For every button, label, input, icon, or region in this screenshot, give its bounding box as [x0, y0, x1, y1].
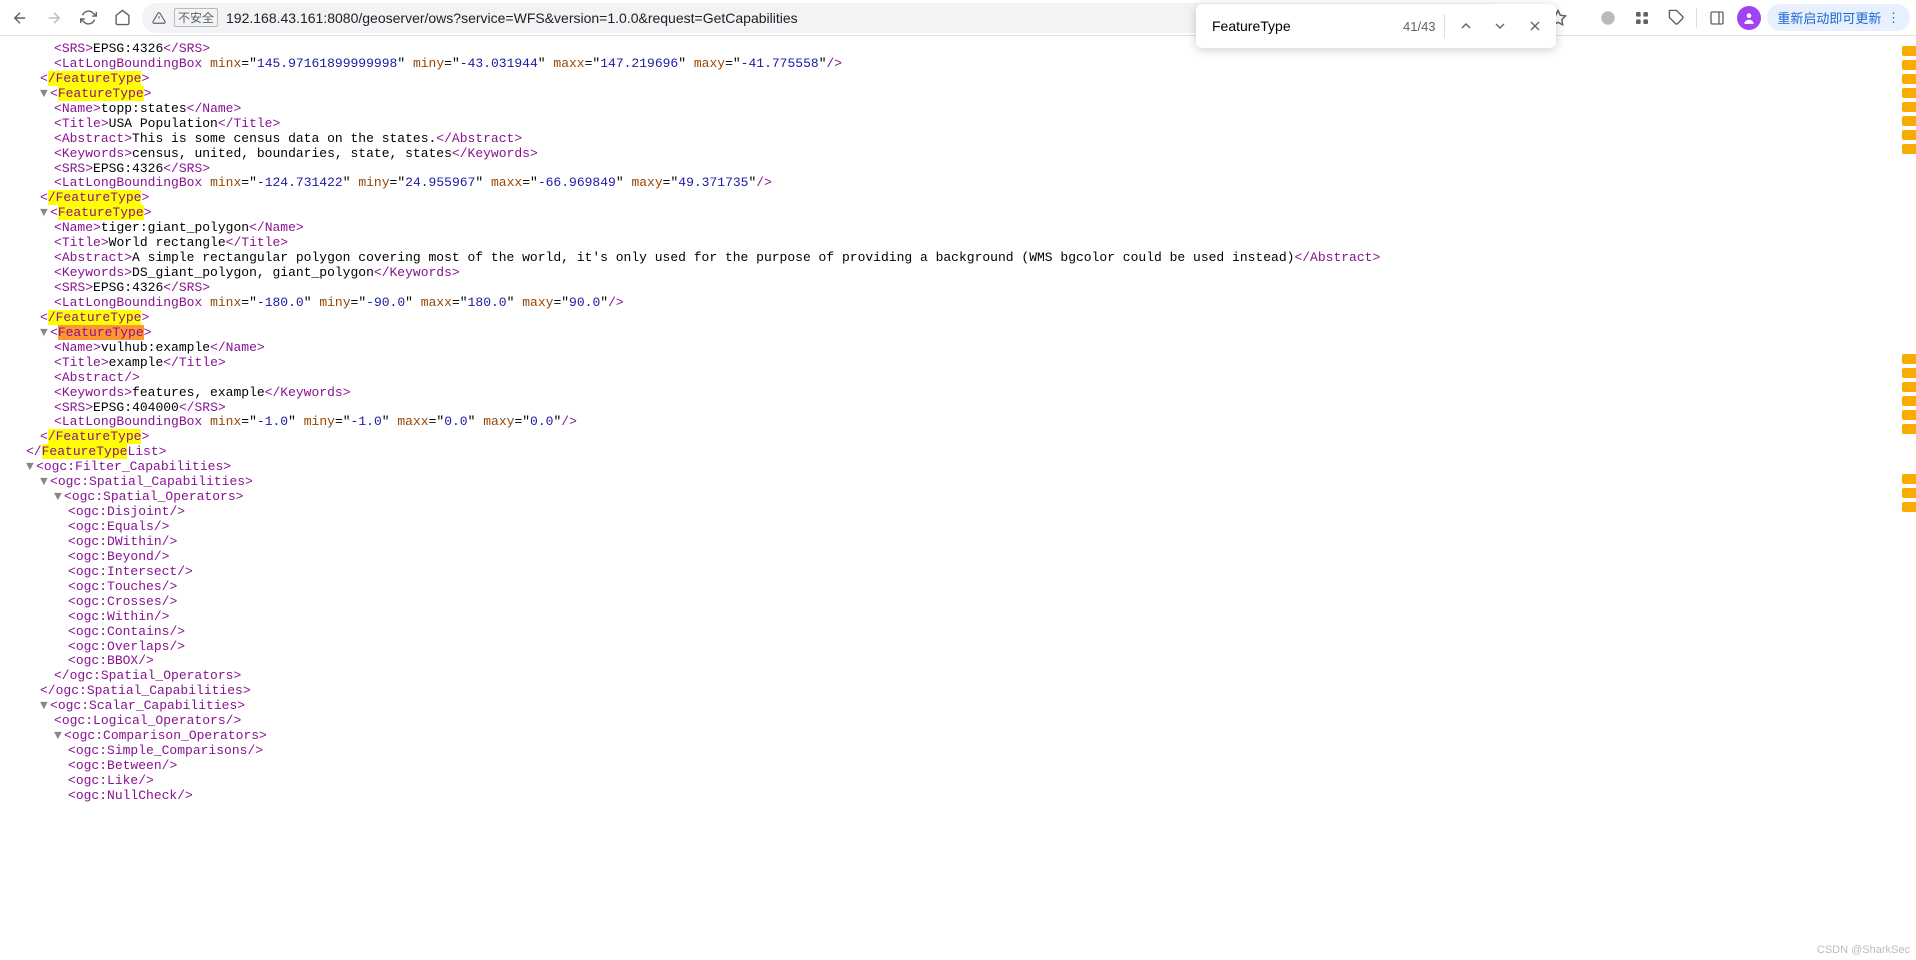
xml-line: </ogc:Spatial_Operators> — [4, 669, 1912, 684]
collapse-toggle[interactable]: ▼ — [40, 475, 50, 490]
xml-line: </FeatureType> — [4, 430, 1912, 445]
kebab-icon: ⋮ — [1883, 10, 1900, 26]
collapse-toggle[interactable]: ▼ — [40, 87, 50, 102]
xml-line: <ogc:Between/> — [4, 759, 1912, 774]
find-prev-button[interactable] — [1453, 12, 1480, 40]
xml-line: <SRS>EPSG:404000</SRS> — [4, 401, 1912, 416]
apps-icon[interactable] — [1628, 4, 1656, 32]
xml-line: <ogc:Within/> — [4, 610, 1912, 625]
xml-line: <ogc:BBOX/> — [4, 654, 1912, 669]
xml-line: <Keywords>features, example</Keywords> — [4, 386, 1912, 401]
xml-viewer: <SRS>EPSG:4326</SRS> <LatLongBoundingBox… — [0, 36, 1916, 824]
xml-line: <ogc:Contains/> — [4, 625, 1912, 640]
find-next-button[interactable] — [1487, 12, 1514, 40]
xml-line: <Title>World rectangle</Title> — [4, 236, 1912, 251]
xml-line: <LatLongBoundingBox minx="-180.0" miny="… — [4, 296, 1912, 311]
collapse-toggle[interactable]: ▼ — [26, 460, 36, 475]
account-circle-icon[interactable] — [1594, 4, 1622, 32]
find-close-button[interactable] — [1522, 12, 1549, 40]
xml-line: ▼<ogc:Spatial_Capabilities> — [4, 475, 1912, 490]
xml-line: <ogc:Like/> — [4, 774, 1912, 789]
xml-line: </FeatureType> — [4, 311, 1912, 326]
xml-line: <Abstract>This is some census data on th… — [4, 132, 1912, 147]
xml-line: <LatLongBoundingBox minx="-1.0" miny="-1… — [4, 415, 1912, 430]
xml-line: ▼<ogc:Comparison_Operators> — [4, 729, 1912, 744]
xml-line: <ogc:NullCheck/> — [4, 789, 1912, 804]
xml-line: <ogc:Simple_Comparisons/> — [4, 744, 1912, 759]
browser-toolbar: 不安全 192.168.43.161:8080/geoserver/ows?se… — [0, 0, 1916, 36]
xml-line: <Keywords>DS_giant_polygon, giant_polygo… — [4, 266, 1912, 281]
xml-line: <SRS>EPSG:4326</SRS> — [4, 42, 1912, 57]
xml-line: <Abstract>A simple rectangular polygon c… — [4, 251, 1912, 266]
xml-line: <LatLongBoundingBox minx="-124.731422" m… — [4, 176, 1912, 191]
collapse-toggle[interactable]: ▼ — [54, 729, 64, 744]
collapse-toggle[interactable]: ▼ — [40, 206, 50, 221]
xml-line: ▼<ogc:Scalar_Capabilities> — [4, 699, 1912, 714]
collapse-toggle[interactable]: ▼ — [40, 699, 50, 714]
toolbar-separator — [1696, 8, 1697, 28]
security-badge: 不安全 — [174, 8, 218, 27]
xml-line: <Name>topp:states</Name> — [4, 102, 1912, 117]
xml-line: ▼<ogc:Filter_Capabilities> — [4, 460, 1912, 475]
xml-line: <Keywords>census, united, boundaries, st… — [4, 147, 1912, 162]
xml-line: </FeatureTypeList> — [4, 445, 1912, 460]
xml-line: <SRS>EPSG:4326</SRS> — [4, 281, 1912, 296]
xml-line: <ogc:Touches/> — [4, 580, 1912, 595]
xml-line: <ogc:Equals/> — [4, 520, 1912, 535]
xml-line: </FeatureType> — [4, 191, 1912, 206]
collapse-toggle[interactable]: ▼ — [54, 490, 64, 505]
watermark: CSDN @SharkSec — [1817, 944, 1910, 956]
xml-line: </FeatureType> — [4, 72, 1912, 87]
find-count: 41/43 — [1403, 19, 1436, 34]
xml-line: <ogc:Beyond/> — [4, 550, 1912, 565]
xml-line: <ogc:Overlaps/> — [4, 640, 1912, 655]
back-button[interactable] — [6, 4, 34, 32]
xml-line: ▼<FeatureType> — [4, 326, 1912, 341]
xml-line: ▼<FeatureType> — [4, 87, 1912, 102]
find-match-markers — [1902, 46, 1916, 516]
xml-line: <Title>USA Population</Title> — [4, 117, 1912, 132]
find-in-page-bar: 41/43 — [1196, 4, 1556, 48]
xml-line: <ogc:Disjoint/> — [4, 505, 1912, 520]
xml-line: <ogc:Crosses/> — [4, 595, 1912, 610]
xml-line: <SRS>EPSG:4326</SRS> — [4, 162, 1912, 177]
forward-button[interactable] — [40, 4, 68, 32]
side-panel-icon[interactable] — [1703, 4, 1731, 32]
url-text: 192.168.43.161:8080/geoserver/ows?servic… — [226, 10, 798, 26]
update-button[interactable]: 重新启动即可更新 ⋮ — [1767, 4, 1910, 31]
reload-button[interactable] — [74, 4, 102, 32]
home-button[interactable] — [108, 4, 136, 32]
xml-line: <ogc:Logical_Operators/> — [4, 714, 1912, 729]
xml-line: ▼<FeatureType> — [4, 206, 1912, 221]
xml-line: <Abstract/> — [4, 371, 1912, 386]
collapse-toggle[interactable]: ▼ — [40, 326, 50, 341]
profile-avatar[interactable] — [1737, 6, 1761, 30]
xml-line: <LatLongBoundingBox minx="145.9716189999… — [4, 57, 1912, 72]
xml-line: <Title>example</Title> — [4, 356, 1912, 371]
xml-line: <ogc:DWithin/> — [4, 535, 1912, 550]
xml-line: </ogc:Spatial_Capabilities> — [4, 684, 1912, 699]
xml-line: ▼<ogc:Spatial_Operators> — [4, 490, 1912, 505]
xml-line: <Name>vulhub:example</Name> — [4, 341, 1912, 356]
xml-line: <Name>tiger:giant_polygon</Name> — [4, 221, 1912, 236]
xml-line: <ogc:Intersect/> — [4, 565, 1912, 580]
find-input[interactable] — [1210, 17, 1395, 35]
extensions-icon[interactable] — [1662, 4, 1690, 32]
find-separator — [1444, 14, 1445, 38]
